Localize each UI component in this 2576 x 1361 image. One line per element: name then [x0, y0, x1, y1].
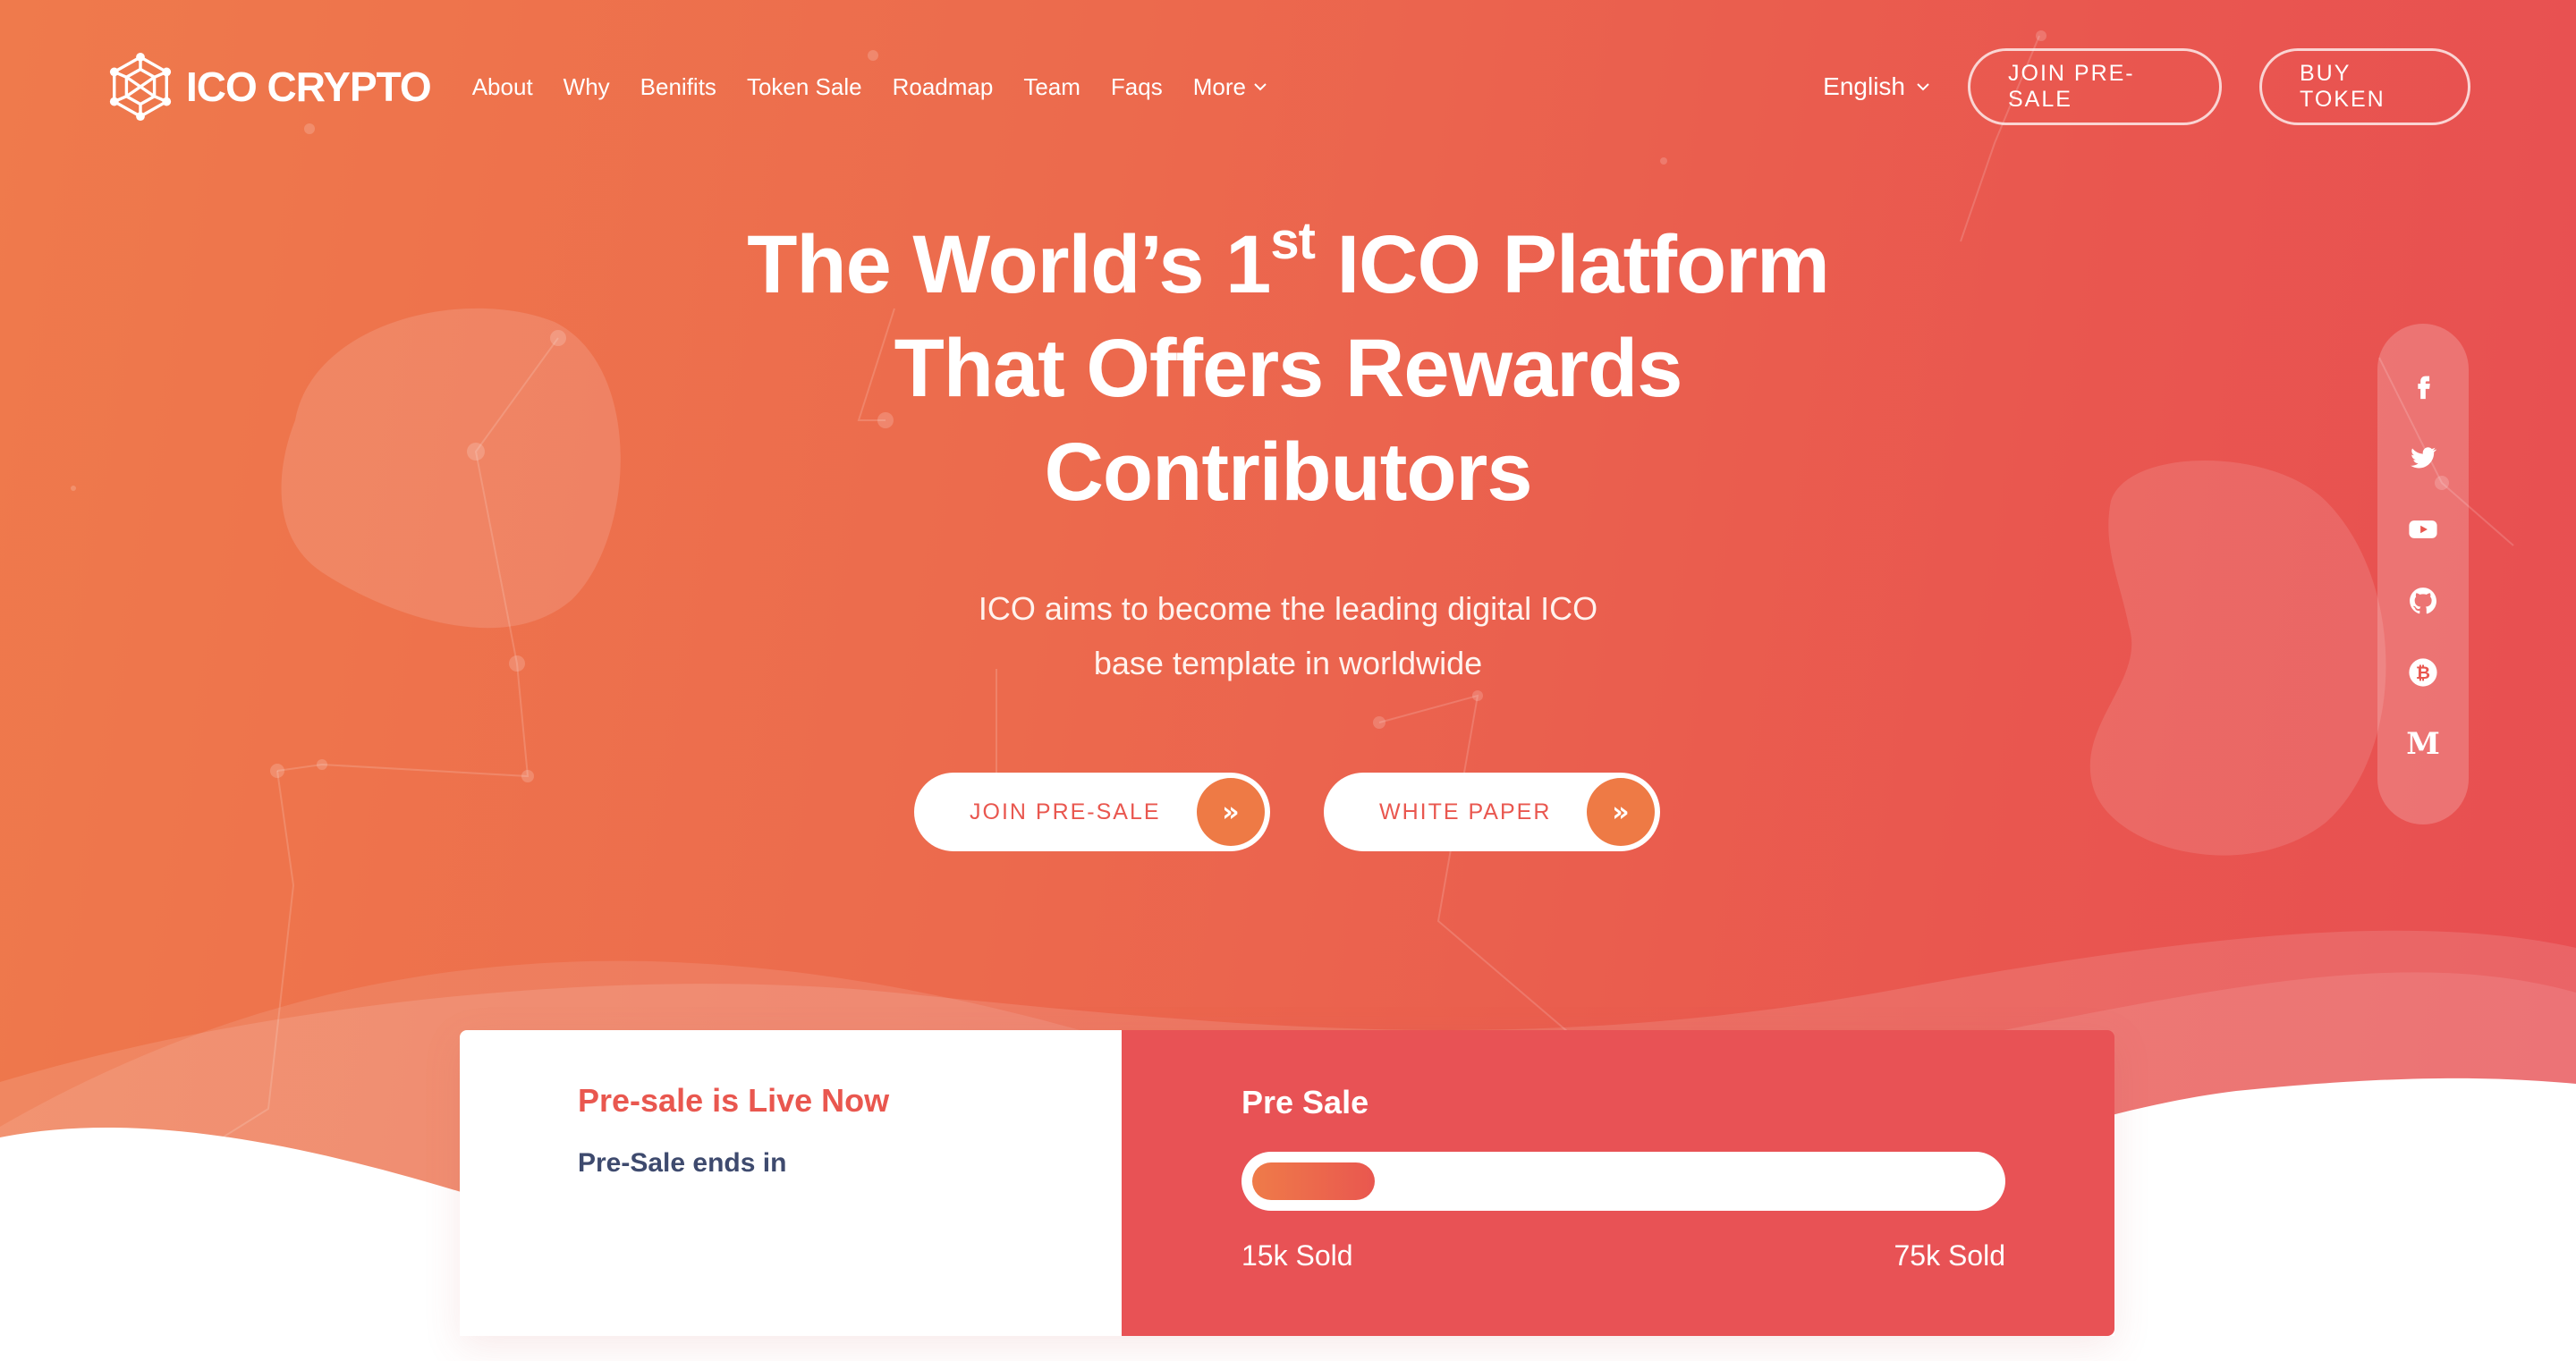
nav-item-faqs[interactable]: Faqs — [1111, 73, 1163, 101]
hero-title-part2: ICO Platform — [1314, 219, 1829, 310]
bitcoin-icon[interactable]: ₿ — [2407, 656, 2439, 689]
presale-title: Pre Sale — [1241, 1084, 1369, 1120]
hero-title: The World’s 1st ICO Platform That Offers… — [662, 213, 1914, 524]
nav-more-label: More — [1192, 72, 1246, 100]
youtube-icon[interactable] — [2407, 513, 2439, 545]
double-chevron-right-icon: » — [1197, 778, 1265, 846]
presale-progress-labels: 15k Sold 75k Sold — [1241, 1239, 2005, 1272]
header-buy-token-button[interactable]: BUY TOKEN — [2259, 48, 2470, 125]
hero-title-part1: The World’s 1 — [747, 219, 1271, 310]
hero-subtitle-line2: base template in worldwide — [1093, 645, 1483, 681]
header-join-presale-button[interactable]: JOIN PRE-SALE — [1968, 48, 2222, 125]
chevron-down-icon — [1917, 83, 1929, 91]
nav-item-roadmap[interactable]: Roadmap — [893, 73, 994, 101]
hero-white-paper-button[interactable]: WHITE PAPER » — [1324, 773, 1660, 851]
cta-whitepaper-label: WHITE PAPER — [1379, 799, 1552, 824]
brand-logo[interactable]: ICO CRYPTO — [106, 52, 432, 122]
social-links-bar: ₿ M — [2377, 324, 2469, 824]
site-header: ICO CRYPTO About Why Benifits Token Sale… — [106, 46, 2470, 127]
brand-name: ICO CRYPTO — [186, 63, 432, 110]
presale-progress-bar — [1241, 1152, 2005, 1211]
presale-progress-panel: Pre Sale 15k Sold 75k Sold — [1122, 1030, 2114, 1336]
nav-item-team[interactable]: Team — [1023, 73, 1080, 101]
chevron-down-icon — [1254, 83, 1267, 91]
nav-item-benefits[interactable]: Benifits — [640, 73, 716, 101]
header-actions: English JOIN PRE-SALE BUY TOKEN — [1823, 48, 2470, 125]
hero-subtitle: ICO aims to become the leading digital I… — [886, 581, 1690, 690]
hero-title-line2: That Offers Rewards — [894, 323, 1683, 414]
presale-ends-label: Pre-Sale ends in — [578, 1148, 787, 1178]
hexagon-cube-icon — [109, 52, 172, 122]
github-icon[interactable] — [2407, 585, 2439, 617]
nav-item-about[interactable]: About — [472, 73, 533, 101]
presale-progress-fill — [1252, 1162, 1375, 1200]
language-selector[interactable]: English — [1823, 72, 1930, 101]
double-chevron-right-icon: » — [1587, 778, 1655, 846]
presale-card: Pre-sale is Live Now Pre-Sale ends in Pr… — [460, 1030, 2114, 1336]
nav-item-why[interactable]: Why — [564, 73, 610, 101]
presale-countdown-panel: Pre-sale is Live Now Pre-Sale ends in — [460, 1030, 1122, 1336]
nav-item-more[interactable]: More — [1193, 73, 1267, 101]
medium-icon[interactable]: M — [2406, 726, 2440, 762]
language-label: English — [1823, 72, 1905, 100]
medium-icon-letter: M — [2406, 726, 2440, 762]
main-nav: About Why Benifits Token Sale Roadmap Te… — [472, 73, 1267, 101]
hero-join-presale-button[interactable]: JOIN PRE-SALE » — [914, 773, 1270, 851]
presale-target-label: 75k Sold — [1894, 1239, 2005, 1272]
hero-subtitle-line1: ICO aims to become the leading digital I… — [978, 590, 1598, 627]
facebook-icon[interactable] — [2407, 370, 2439, 402]
presale-live-title: Pre-sale is Live Now — [578, 1082, 890, 1119]
cta-join-label: JOIN PRE-SALE — [970, 799, 1161, 824]
svg-text:₿: ₿ — [2416, 663, 2430, 683]
nav-item-token-sale[interactable]: Token Sale — [747, 73, 862, 101]
hero-title-sup: st — [1270, 212, 1316, 270]
hero-title-line3: Contributors — [1044, 427, 1532, 518]
twitter-icon[interactable] — [2407, 442, 2439, 474]
presale-sold-label: 15k Sold — [1241, 1239, 1353, 1272]
